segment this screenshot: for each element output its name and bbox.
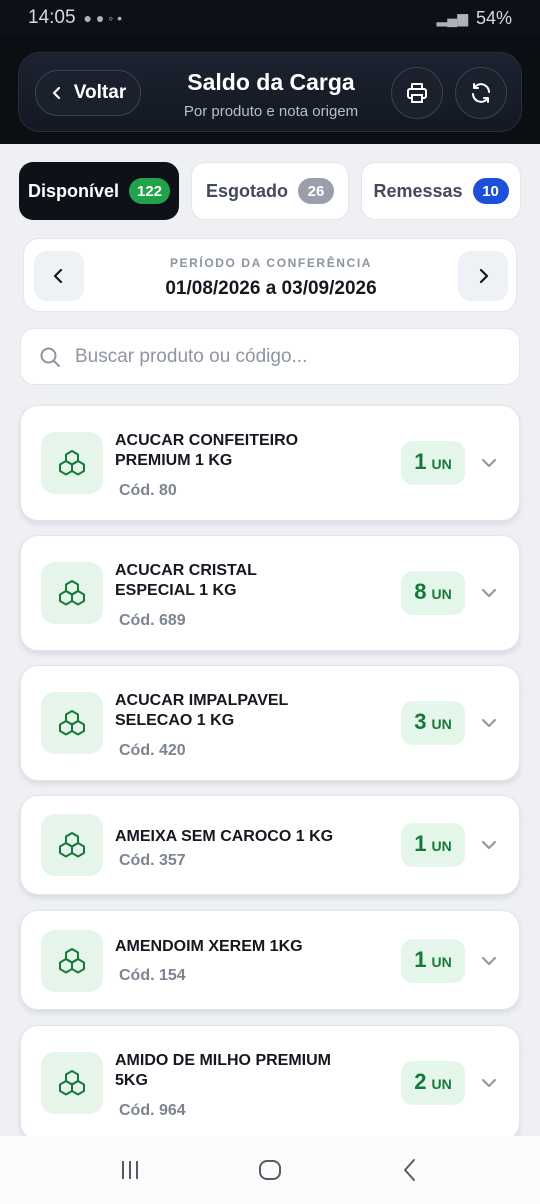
quantity-unit: UN (431, 838, 452, 854)
expand-button[interactable] (477, 711, 501, 735)
expand-button[interactable] (477, 451, 501, 475)
previous-period-button[interactable] (34, 251, 84, 301)
product-code: Cód. 689 (119, 612, 186, 629)
quantity-value: 3 (414, 709, 427, 734)
battery-level: 54% (475, 7, 512, 28)
back-nav-icon[interactable] (397, 1157, 423, 1183)
count-badge: 122 (129, 178, 171, 204)
product-code: Cód. 357 (119, 852, 186, 869)
product-name: AMENDOIM XEREM 1KG (115, 938, 303, 955)
period-label: PERÍODO DA CONFERÊNCIA (169, 256, 373, 270)
search-icon (40, 347, 60, 367)
product-name: ACUCAR CONFEITEIRO PREMIUM 1 KG (115, 432, 299, 469)
tab-soldout[interactable]: Esgotado 26 (191, 162, 349, 220)
quantity-unit: UN (431, 716, 452, 732)
quantity-unit: UN (431, 456, 452, 472)
back-label: Voltar (73, 82, 127, 103)
chevron-down-icon (482, 589, 496, 597)
search-input[interactable] (75, 345, 475, 368)
page-subtitle: Por produto e nota origem (183, 103, 359, 120)
period-selector: PERÍODO DA CONFERÊNCIA 01/08/2026 a 03/0… (23, 238, 517, 312)
expand-button[interactable] (477, 949, 501, 973)
boxes-icon (59, 832, 85, 858)
product-name: AMIDO DE MILHO PREMIUM 5KG (115, 1052, 331, 1089)
expand-button[interactable] (477, 833, 501, 857)
quantity-value: 8 (414, 579, 427, 604)
product-name: ACUCAR CRISTAL ESPECIAL 1 KG (115, 562, 257, 599)
product-card[interactable]: AMENDOIM XEREM 1KG Cód. 154 1 UN (20, 910, 520, 1010)
count-badge: 10 (472, 178, 509, 204)
product-box-icon-wrap (41, 692, 103, 754)
boxes-icon (59, 710, 85, 736)
product-code: Cód. 420 (119, 742, 186, 759)
recent-apps-icon[interactable] (117, 1157, 143, 1183)
quantity-badge: 1 UN (401, 441, 465, 485)
boxes-icon (59, 948, 85, 974)
quantity-badge: 1 UN (401, 823, 465, 867)
product-card[interactable]: ACUCAR CRISTAL ESPECIAL 1 KG Cód. 689 8 … (20, 535, 520, 651)
back-button[interactable]: Voltar (35, 70, 141, 116)
product-box-icon-wrap (41, 432, 103, 494)
chevron-left-icon (53, 268, 63, 284)
refresh-icon (472, 83, 490, 103)
product-code: Cód. 80 (119, 482, 177, 499)
chevron-down-icon (482, 841, 496, 849)
product-code: Cód. 964 (119, 1102, 186, 1119)
expand-button[interactable] (477, 1071, 501, 1095)
quantity-value: 1 (414, 831, 427, 856)
boxes-icon (59, 580, 85, 606)
quantity-badge: 8 UN (401, 571, 465, 615)
product-box-icon-wrap (41, 814, 103, 876)
product-card[interactable]: AMIDO DE MILHO PREMIUM 5KG Cód. 964 2 UN (20, 1025, 520, 1141)
quantity-badge: 2 UN (401, 1061, 465, 1105)
notification-icons: ● ● ◦ • (83, 10, 122, 26)
quantity-value: 1 (414, 449, 427, 474)
chevron-right-icon (479, 268, 489, 284)
count-badge: 26 (298, 178, 334, 204)
product-card[interactable]: ACUCAR IMPALPAVEL SELECAO 1 KG Cód. 420 … (20, 665, 520, 781)
quantity-unit: UN (431, 1076, 452, 1092)
product-card[interactable]: AMEIXA SEM CAROCO 1 KG Cód. 357 1 UN (20, 795, 520, 895)
print-button[interactable] (391, 67, 443, 119)
expand-button[interactable] (477, 581, 501, 605)
chevron-down-icon (482, 459, 496, 467)
product-code: Cód. 154 (119, 967, 186, 984)
quantity-badge: 3 UN (401, 701, 465, 745)
chevron-down-icon (482, 1079, 496, 1087)
tab-label: Esgotado (205, 180, 288, 201)
signal-icon: ▂▄▆ (436, 9, 468, 26)
search-bar (20, 328, 520, 385)
tab-shipments[interactable]: Remessas 10 (361, 162, 521, 220)
system-navigation-bar (0, 1136, 540, 1204)
product-box-icon-wrap (41, 562, 103, 624)
period-value: 01/08/2026 a 03/09/2026 (165, 278, 377, 299)
product-name: AMEIXA SEM CAROCO 1 KG (115, 828, 334, 845)
chevron-left-icon (52, 86, 60, 100)
status-bar: 14:05 ● ● ◦ • ▂▄▆ 54% (0, 0, 540, 36)
quantity-value: 1 (414, 947, 427, 972)
tab-label: Disponível (27, 180, 119, 201)
quantity-unit: UN (431, 586, 452, 602)
product-name: ACUCAR IMPALPAVEL SELECAO 1 KG (115, 692, 289, 729)
quantity-badge: 1 UN (401, 939, 465, 983)
boxes-icon (59, 1070, 85, 1096)
chevron-down-icon (482, 719, 496, 727)
home-icon[interactable] (257, 1157, 283, 1183)
refresh-button[interactable] (455, 67, 507, 119)
page-title: Saldo da Carga (187, 69, 355, 95)
status-time: 14:05 (28, 7, 76, 28)
header: Voltar Saldo da Carga Por produto e nota… (0, 36, 540, 144)
printer-icon (407, 83, 427, 103)
tab-label: Remessas (373, 180, 463, 201)
product-card[interactable]: ACUCAR CONFEITEIRO PREMIUM 1 KG Cód. 80 … (20, 405, 520, 521)
next-period-button[interactable] (458, 251, 508, 301)
product-box-icon-wrap (41, 1052, 103, 1114)
quantity-value: 2 (414, 1069, 427, 1094)
product-box-icon-wrap (41, 930, 103, 992)
header-card: Voltar Saldo da Carga Por produto e nota… (18, 52, 522, 132)
tab-available[interactable]: Disponível 122 (19, 162, 179, 220)
quantity-unit: UN (431, 954, 452, 970)
boxes-icon (59, 450, 85, 476)
chevron-down-icon (482, 957, 496, 965)
